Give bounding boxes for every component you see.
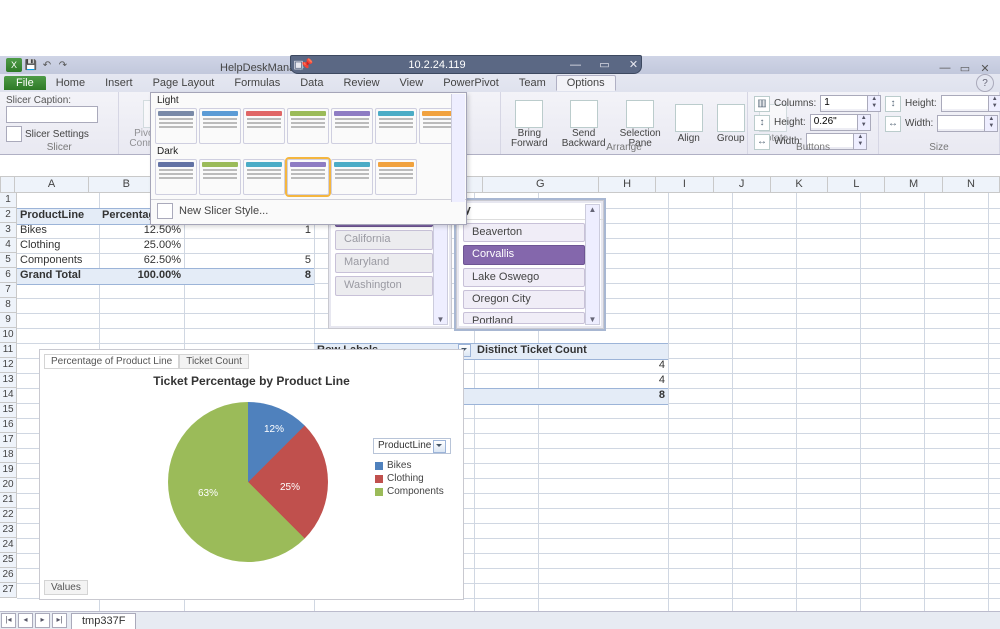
tab-pagelayout[interactable]: Page Layout bbox=[143, 76, 225, 90]
remote-ip: 10.2.24.119 bbox=[320, 59, 554, 71]
style-thumb[interactable] bbox=[331, 159, 373, 195]
chart-values-tab[interactable]: Values bbox=[44, 580, 88, 595]
style-thumb[interactable] bbox=[287, 108, 329, 144]
sheet-nav-next[interactable]: ▸ bbox=[35, 613, 50, 628]
btn-height-icon: ↕ bbox=[754, 115, 770, 131]
gallery-dark-label: Dark bbox=[151, 144, 466, 159]
file-tab[interactable]: File bbox=[4, 76, 46, 90]
close-icon[interactable]: ✕ bbox=[976, 62, 994, 74]
slicer-settings-icon bbox=[6, 126, 22, 142]
new-style-icon bbox=[157, 203, 173, 219]
slicer-caption-label: Slicer Caption: bbox=[6, 95, 71, 106]
style-thumb[interactable] bbox=[199, 159, 241, 195]
style-thumb[interactable] bbox=[199, 108, 241, 144]
size-width-icon: ↔ bbox=[885, 116, 901, 132]
ribbon-group-buttons: Buttons bbox=[748, 142, 878, 153]
group-button[interactable]: Group bbox=[713, 102, 749, 146]
send-backward-icon bbox=[570, 100, 598, 128]
gallery-scrollbar[interactable] bbox=[451, 94, 465, 202]
excel-icon[interactable]: X bbox=[6, 58, 22, 72]
tab-review[interactable]: Review bbox=[333, 76, 389, 90]
gallery-light-label: Light bbox=[151, 93, 466, 108]
bring-forward-icon bbox=[515, 100, 543, 128]
pie-label-components: 63% bbox=[198, 488, 218, 499]
tab-formulas[interactable]: Formulas bbox=[224, 76, 290, 90]
align-icon bbox=[675, 104, 703, 132]
style-thumb[interactable] bbox=[331, 108, 373, 144]
chart-tab-percentage[interactable]: Percentage of Product Line bbox=[44, 354, 179, 369]
tab-options[interactable]: Options bbox=[556, 75, 616, 91]
remote-connection-bar[interactable]: 📌 ▣ 10.2.24.119 — ▭ ✕ bbox=[290, 55, 642, 74]
undo-icon[interactable]: ↶ bbox=[40, 58, 54, 72]
new-slicer-style-button[interactable]: New Slicer Style... bbox=[151, 200, 466, 222]
slicer-caption-input[interactable] bbox=[6, 106, 98, 123]
style-thumb[interactable] bbox=[375, 108, 417, 144]
style-thumb[interactable] bbox=[243, 159, 285, 195]
slicer-settings-button[interactable]: Slicer Settings bbox=[6, 126, 89, 142]
size-height-icon: ↕ bbox=[885, 96, 901, 112]
rd-close-icon[interactable]: ✕ bbox=[626, 59, 641, 71]
pin-icon[interactable]: 📌 bbox=[299, 59, 314, 71]
pivot-chart[interactable]: Percentage of Product Line Ticket Count … bbox=[39, 349, 464, 600]
ribbon-tabs: File Home Insert Page Layout Formulas Da… bbox=[0, 74, 1000, 93]
sheet-tab-bar: |◂ ◂ ▸ ▸| tmp337F bbox=[0, 611, 1000, 629]
columns-input[interactable] bbox=[821, 96, 867, 109]
btn-height-input[interactable] bbox=[811, 115, 857, 128]
chart-field-dropdown[interactable]: ProductLine bbox=[373, 438, 451, 454]
slicer-style-gallery[interactable]: Light Dark New Slicer Style... bbox=[150, 92, 467, 225]
tab-team[interactable]: Team bbox=[509, 76, 556, 90]
align-button[interactable]: Align bbox=[671, 102, 707, 146]
pie-chart: 12% 25% 63% bbox=[168, 402, 328, 562]
size-width-input[interactable] bbox=[938, 116, 984, 129]
style-thumb[interactable] bbox=[155, 159, 197, 195]
selection-pane-icon bbox=[626, 100, 654, 128]
tab-view[interactable]: View bbox=[390, 76, 434, 90]
tab-insert[interactable]: Insert bbox=[95, 76, 143, 90]
style-thumb[interactable] bbox=[155, 108, 197, 144]
sheet-nav-last[interactable]: ▸| bbox=[52, 613, 67, 628]
chart-legend: Bikes Clothing Components bbox=[375, 458, 453, 499]
rd-minimize-icon[interactable]: — bbox=[568, 59, 583, 71]
chart-tab-ticketcount[interactable]: Ticket Count bbox=[179, 354, 249, 369]
size-height-input[interactable] bbox=[942, 96, 988, 109]
pie-label-bikes: 12% bbox=[264, 424, 284, 435]
save-icon[interactable]: 💾 bbox=[24, 58, 38, 72]
restore-icon[interactable]: ▭ bbox=[956, 62, 974, 74]
rd-restore-icon[interactable]: ▭ bbox=[597, 59, 612, 71]
style-thumb[interactable] bbox=[243, 108, 285, 144]
quick-access-toolbar: X 💾 ↶ ↷ bbox=[6, 58, 70, 72]
ribbon-group-size: Size bbox=[879, 142, 999, 153]
sheet-nav-first[interactable]: |◂ bbox=[1, 613, 16, 628]
tab-powerpivot[interactable]: PowerPivot bbox=[433, 76, 509, 90]
redo-icon[interactable]: ↷ bbox=[56, 58, 70, 72]
sheet-nav-prev[interactable]: ◂ bbox=[18, 613, 33, 628]
ribbon-group-arrange: Arrange bbox=[501, 142, 747, 153]
tab-data[interactable]: Data bbox=[290, 76, 333, 90]
ribbon-group-slicer: Slicer bbox=[0, 142, 118, 153]
style-thumb[interactable] bbox=[287, 159, 329, 195]
chart-title: Ticket Percentage by Product Line bbox=[40, 374, 463, 388]
sheet-tab[interactable]: tmp337F bbox=[71, 613, 136, 629]
columns-icon: ▥ bbox=[754, 96, 770, 112]
pie-label-clothing: 25% bbox=[280, 482, 300, 493]
group-icon bbox=[717, 104, 745, 132]
help-icon[interactable]: ? bbox=[976, 74, 994, 92]
style-thumb[interactable] bbox=[375, 159, 417, 195]
tab-home[interactable]: Home bbox=[46, 76, 95, 90]
minimize-icon[interactable]: — bbox=[936, 62, 954, 74]
